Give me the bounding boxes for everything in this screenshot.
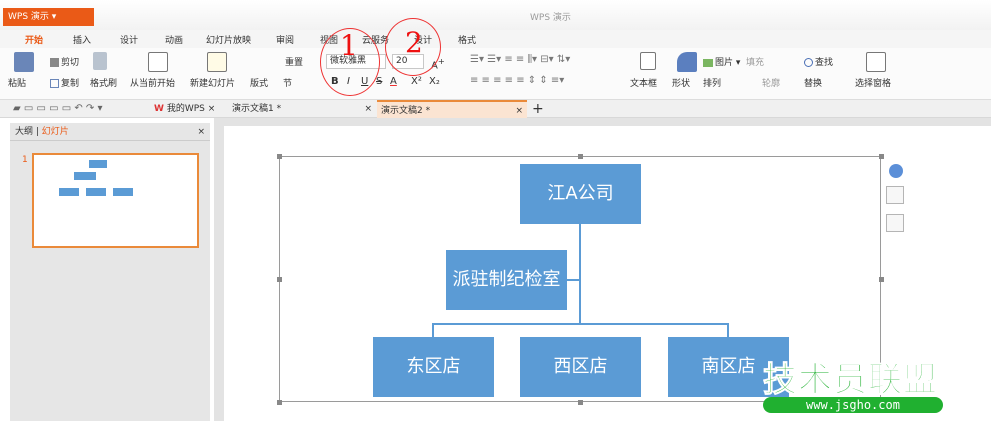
resize-handle[interactable] xyxy=(277,154,282,159)
find-button[interactable]: 查找 xyxy=(804,55,833,68)
resize-handle[interactable] xyxy=(277,400,282,405)
wps-app-menu-button[interactable]: WPS 演示 ▾ xyxy=(3,8,94,26)
thumb-box xyxy=(74,172,96,180)
document-tab-bar: ▰ ▭ ▭ ▭ ▭ ↶ ↷ ▾ W 我的WPS × 演示文稿1 * × 演示文稿2… xyxy=(0,100,991,118)
slide-thumbnail[interactable] xyxy=(32,153,199,248)
selection-pane-button[interactable]: 选择窗格 xyxy=(855,76,891,89)
org-node-assistant[interactable]: 派驻制纪检室 xyxy=(446,250,567,310)
slide-panel-header: 大纲 | 幻灯片 × xyxy=(10,123,210,141)
ribbon-toolbar: 粘贴 剪切 复制 格式刷 从当前开始 新建幻灯片 版式 节 重置 微软雅黑 20… xyxy=(0,48,991,100)
from-current-button[interactable]: 从当前开始 xyxy=(130,76,175,89)
font-color-button[interactable]: A xyxy=(390,76,397,87)
paste-button[interactable]: 粘贴 xyxy=(8,76,26,89)
replace-button[interactable]: 替换 xyxy=(804,76,822,89)
shape-icon[interactable] xyxy=(677,52,697,72)
org-node-east[interactable]: 东区店 xyxy=(373,337,494,397)
brush-icon xyxy=(93,52,107,70)
bullet-list-icon[interactable]: ☰▾ ☰▾ ≡ ≡ ⫼▾ ⊟▾ ⇅▾ xyxy=(470,54,570,65)
title-bar: WPS 演示 ▾ WPS 演示 xyxy=(0,0,991,30)
paste-icon[interactable] xyxy=(14,52,34,72)
section-button[interactable]: 节 xyxy=(283,76,292,89)
copy-button[interactable]: 复制 xyxy=(50,76,79,89)
tab-design[interactable]: 设计 xyxy=(120,33,138,46)
fill-button[interactable]: 填充 xyxy=(746,55,764,68)
shape-button[interactable]: 形状 xyxy=(672,76,690,89)
strikethrough-button[interactable]: S xyxy=(376,76,382,87)
close-panel-icon[interactable]: × xyxy=(197,123,205,141)
new-tab-icon[interactable]: + xyxy=(532,101,544,117)
outline-button[interactable]: 轮廓 xyxy=(762,76,780,89)
slide-number: 1 xyxy=(22,155,28,165)
picture-icon xyxy=(703,58,713,67)
collapse-icon[interactable] xyxy=(889,164,903,178)
thumb-box xyxy=(113,188,133,196)
thumb-box xyxy=(89,160,107,168)
textbox-icon[interactable] xyxy=(640,52,656,70)
picture-button[interactable]: 图片 ▾ xyxy=(703,55,740,68)
slide-panel: 大纲 | 幻灯片 × 1 xyxy=(10,123,210,421)
connector-line xyxy=(432,323,434,337)
tab-outline[interactable]: 大纲 xyxy=(15,127,33,137)
new-slide-button[interactable]: 新建幻灯片 xyxy=(190,76,235,89)
tab-insert[interactable]: 插入 xyxy=(73,33,91,46)
tab-slides[interactable]: 幻灯片 xyxy=(42,127,69,137)
connector-line xyxy=(432,323,728,325)
connector-line xyxy=(567,279,579,281)
slideshow-icon[interactable] xyxy=(148,52,168,72)
tab-format[interactable]: 格式 xyxy=(458,33,476,46)
resize-handle[interactable] xyxy=(879,277,884,282)
wps-logo-icon: W xyxy=(154,104,164,114)
org-node-top[interactable]: 江A公司 xyxy=(520,164,641,224)
layout-icon[interactable] xyxy=(886,214,904,232)
ribbon-tabs: 开始 插入 设计 动画 幻灯片放映 审阅 视图 云服务 设计 格式 xyxy=(0,30,991,50)
superscript-button[interactable]: X² xyxy=(411,76,422,87)
tab-document-1[interactable]: 演示文稿1 * × xyxy=(228,100,376,118)
arrange-button[interactable]: 排列 xyxy=(703,76,721,89)
thumb-box xyxy=(86,188,106,196)
watermark-title: 技术员联盟 xyxy=(763,360,938,401)
tab-animation[interactable]: 动画 xyxy=(165,33,183,46)
resize-handle[interactable] xyxy=(578,154,583,159)
resize-handle[interactable] xyxy=(879,154,884,159)
resize-handle[interactable] xyxy=(277,277,282,282)
search-icon xyxy=(804,58,813,67)
layout-button[interactable]: 版式 xyxy=(250,76,268,89)
copy-icon xyxy=(50,79,59,88)
close-icon[interactable]: × xyxy=(364,100,372,118)
selection-pane-icon[interactable] xyxy=(866,52,886,72)
cut-button[interactable]: 剪切 xyxy=(50,55,79,68)
reset-button[interactable]: 重置 xyxy=(285,55,303,68)
new-slide-icon[interactable] xyxy=(207,52,227,72)
window-title: WPS 演示 xyxy=(530,13,571,23)
annotation-number-1: 1 xyxy=(340,29,358,62)
annotation-number-2: 2 xyxy=(405,26,423,59)
quick-access-icons[interactable]: ▰ ▭ ▭ ▭ ▭ ↶ ↷ ▾ xyxy=(13,103,103,114)
tab-my-wps[interactable]: W 我的WPS × xyxy=(150,100,228,118)
tab-review[interactable]: 审阅 xyxy=(276,33,294,46)
connector-line xyxy=(727,323,729,337)
org-node-west[interactable]: 西区店 xyxy=(520,337,641,397)
scissors-icon xyxy=(50,58,59,67)
style-icon[interactable] xyxy=(886,186,904,204)
format-painter-button[interactable]: 格式刷 xyxy=(90,76,117,89)
thumb-box xyxy=(59,188,79,196)
align-icons[interactable]: ≡ ≡ ≡ ≡ ≡ ⇕ ⇕ ≡▾ xyxy=(470,75,564,86)
connector-line xyxy=(579,223,581,324)
textbox-button[interactable]: 文本框 xyxy=(630,76,657,89)
resize-handle[interactable] xyxy=(578,400,583,405)
subscript-button[interactable]: X₂ xyxy=(429,76,440,87)
watermark-url: www.jsgho.com xyxy=(763,397,943,413)
tab-document-2[interactable]: 演示文稿2 * × xyxy=(377,100,527,118)
tab-slideshow[interactable]: 幻灯片放映 xyxy=(206,33,251,46)
